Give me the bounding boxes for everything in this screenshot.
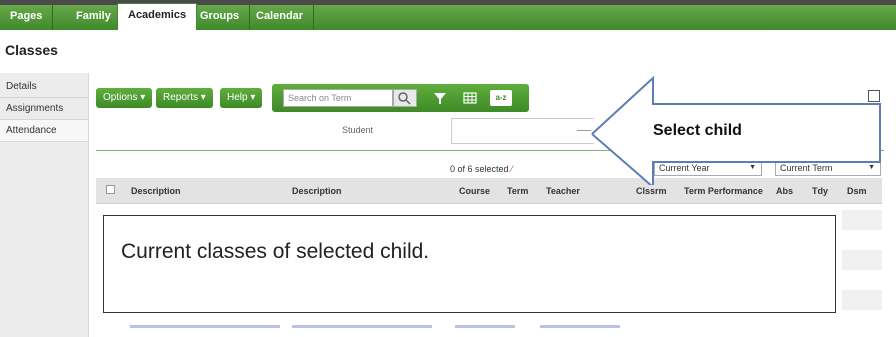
tab-family[interactable]: Family <box>66 5 122 30</box>
table-row <box>455 325 515 328</box>
table-row <box>292 325 432 328</box>
tab-academics[interactable]: Academics <box>117 3 198 30</box>
annotation-box <box>103 215 836 313</box>
help-label: Help <box>227 92 248 103</box>
grid-icon[interactable] <box>460 88 480 108</box>
tab-pages[interactable]: Pages <box>0 5 54 30</box>
reports-button[interactable]: Reports ▾ <box>156 88 213 108</box>
options-button[interactable]: Options ▾ <box>96 88 153 108</box>
chevron-down-icon: ▾ <box>200 92 206 103</box>
table-row <box>130 325 280 328</box>
sidebar-item-details[interactable]: Details <box>0 76 88 98</box>
select-all-checkbox[interactable] <box>106 185 115 194</box>
table-row <box>842 250 882 270</box>
column-header-dismissed[interactable]: Dsm <box>847 186 867 196</box>
chevron-down-icon: ▾ <box>250 92 256 103</box>
page-title: Classes <box>5 42 58 58</box>
column-header-classroom[interactable]: Clssrm <box>636 186 667 196</box>
chevron-down-icon: ▾ <box>140 92 146 103</box>
table-row <box>540 325 620 328</box>
search-icon <box>398 92 411 105</box>
reports-label: Reports <box>163 92 199 103</box>
search-button[interactable] <box>393 89 417 107</box>
sort-icon[interactable]: a-z <box>490 90 512 106</box>
table-row <box>842 210 882 230</box>
tab-calendar[interactable]: Calendar <box>246 5 315 30</box>
annotation-box-text: Current classes of selected child. <box>121 240 430 263</box>
options-label: Options <box>103 92 138 103</box>
tab-groups[interactable]: Groups <box>190 5 251 30</box>
selection-count: 0 of 6 selected ⁄ <box>450 164 513 174</box>
selection-count-text: 0 of 6 selected <box>450 164 509 174</box>
table-row <box>842 290 882 310</box>
student-label: Student <box>342 125 374 135</box>
filter-icon[interactable] <box>430 88 450 108</box>
column-header-tardy[interactable]: Tdy <box>812 186 828 196</box>
column-header-absences[interactable]: Abs <box>776 186 793 196</box>
annotation-arrow-label: Select child <box>653 122 742 139</box>
sidebar-item-assignments[interactable]: Assignments <box>0 98 88 120</box>
column-header-course[interactable]: Course <box>459 186 490 196</box>
column-header-teacher[interactable]: Teacher <box>546 186 580 196</box>
help-button[interactable]: Help ▾ <box>220 88 263 108</box>
column-header-description[interactable]: Description <box>131 186 181 196</box>
column-header-description-2[interactable]: Description <box>292 186 342 196</box>
eraser-icon[interactable]: ⁄ <box>511 164 513 174</box>
search-input[interactable]: Search on Term <box>283 89 393 107</box>
column-header-term[interactable]: Term <box>507 186 528 196</box>
sidebar-item-attendance[interactable]: Attendance <box>0 120 88 142</box>
column-header-term-performance[interactable]: Term Performance <box>684 186 763 196</box>
